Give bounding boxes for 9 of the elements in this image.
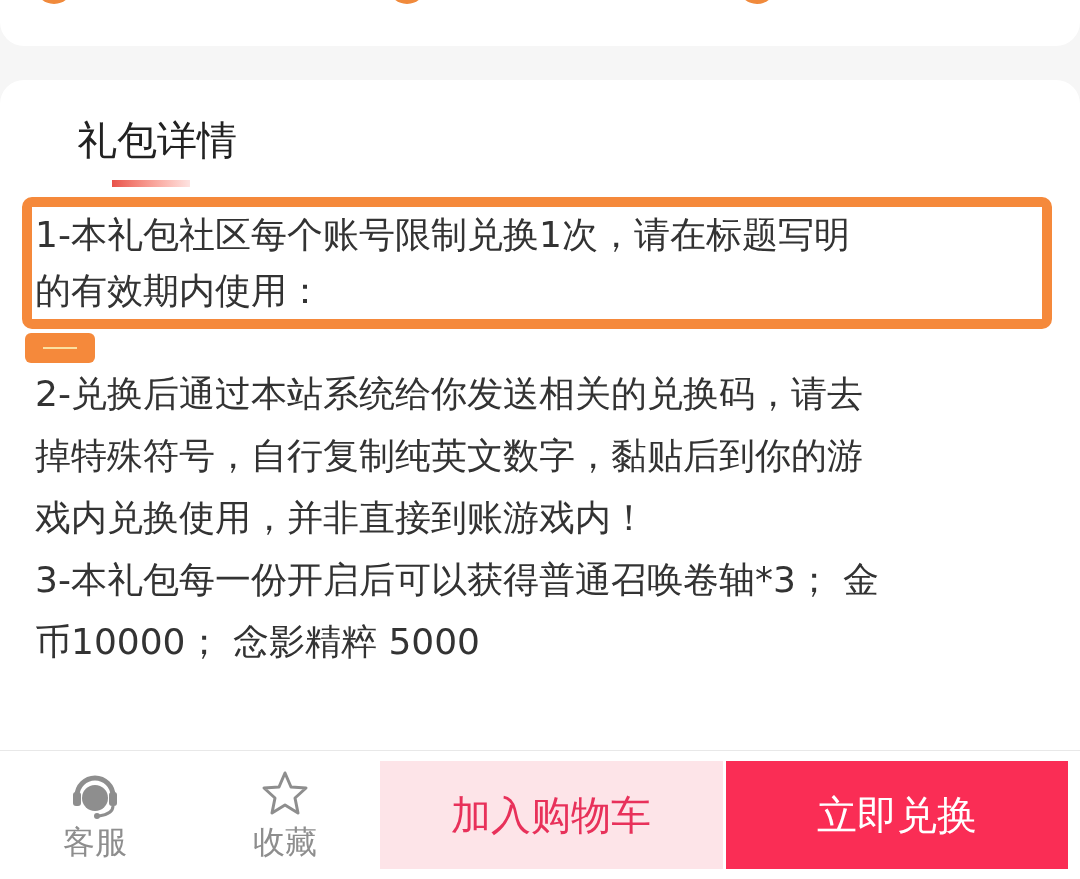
action-label[interactable]: 客服	[63, 822, 127, 862]
detail-paragraph: 1-本礼包社区每个账号限制兑换1次，请在标题写明 的有效期内使用：	[35, 213, 851, 313]
detail-paragraph: 3-本礼包每一份开启后可以获得普通召唤卷轴*3； 金 币10000； 念影精粹 5000	[34, 558, 880, 664]
cart-button[interactable]: 加入购物车	[380, 761, 723, 869]
exchange-button[interactable]: 立即兑换	[725, 761, 1068, 869]
action-label[interactable]: 收藏	[253, 822, 317, 862]
section-title: 礼包详情	[77, 116, 238, 165]
detail-paragraph: 2-兑换后通过本站系统给你发送相关的兑换码，请去 掉特殊符号，自行复制纯英文数字，黏贴后到你的游 戏内兑换使用，并非直接到账游戏内！	[34, 372, 863, 540]
highlight-box	[25, 333, 95, 363]
